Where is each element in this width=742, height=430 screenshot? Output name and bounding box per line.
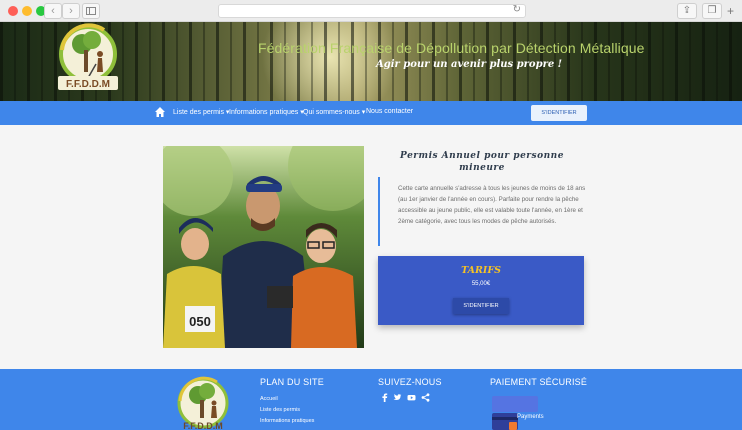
product-photo: 050 (163, 146, 364, 348)
back-button[interactable]: ‹ (44, 3, 62, 19)
bib-number: 050 (189, 314, 211, 329)
home-icon[interactable] (154, 106, 166, 118)
social-title: SUIVEZ-NOUS (378, 377, 442, 387)
login-button[interactable]: S'IDENTIFIER (531, 105, 587, 121)
tabs-button[interactable]: ❐ (702, 3, 722, 19)
photo-illustration: 050 (163, 146, 364, 348)
tarifs-price: 55,00€ (471, 281, 491, 287)
nav-item-infos[interactable]: Informations pratiques ▾ (229, 108, 304, 116)
site-logo[interactable]: F.F.D.D.M (52, 20, 128, 96)
youtube-icon[interactable] (407, 393, 416, 402)
sidebar-icon (86, 7, 96, 15)
payment-card-icon (492, 396, 538, 430)
reload-icon[interactable]: ↻ (513, 4, 521, 15)
browser-toolbar: ‹ › ↻ ⇪ ❐ + (0, 0, 742, 22)
footer-link-infos[interactable]: Informations pratiques (260, 418, 314, 424)
nav-item-permis[interactable]: Liste des permis ▾ (173, 108, 229, 116)
close-window-button[interactable] (8, 6, 18, 16)
minimize-window-button[interactable] (22, 6, 32, 16)
footer: F.F.D.D.M PLAN DU SITE Accueil Liste des… (0, 369, 742, 430)
plan-title: PLAN DU SITE (260, 377, 324, 387)
payment-label: Payments (517, 414, 544, 420)
share-button[interactable]: ⇪ (677, 3, 697, 19)
footer-link-accueil[interactable]: Accueil (260, 396, 278, 402)
site-tagline: Agir pour un avenir plus propre ! (376, 59, 563, 70)
tarifs-card: TARIFS 55,00€ S'IDENTIFIER (378, 256, 584, 325)
footer-link-permis[interactable]: Liste des permis (260, 407, 300, 413)
forward-button[interactable]: › (62, 3, 80, 19)
nav-item-about[interactable]: Qui sommes-nous ▾ (303, 108, 365, 116)
facebook-icon[interactable] (380, 393, 389, 402)
main-nav: Liste des permis ▾ Informations pratique… (0, 101, 742, 125)
site-title: Fédération Française de Dépollution par … (258, 40, 645, 56)
twitter-icon[interactable] (393, 393, 402, 402)
product-description: Cette carte annuelle s'adresse à tous le… (398, 185, 586, 225)
product-title: Permis Annuel pour personne mineure (400, 151, 564, 173)
payment-title: PAIEMENT SÉCURISÉ (490, 377, 588, 387)
address-bar[interactable]: ↻ (218, 4, 526, 18)
logo-text: F.F.D.D.M (66, 79, 110, 90)
tarifs-title: TARIFS (461, 265, 501, 276)
footer-logo-text: F.F.D.D.M (183, 421, 223, 430)
tarifs-login-button[interactable]: S'IDENTIFIER (453, 298, 509, 314)
nav-item-contact[interactable]: Nous contacter (366, 108, 413, 115)
accent-bar (378, 177, 380, 246)
sidebar-toggle-button[interactable] (82, 3, 100, 19)
new-tab-button[interactable]: + (727, 4, 734, 18)
share-icon[interactable] (421, 393, 430, 402)
footer-logo[interactable]: F.F.D.D.M (172, 375, 234, 430)
